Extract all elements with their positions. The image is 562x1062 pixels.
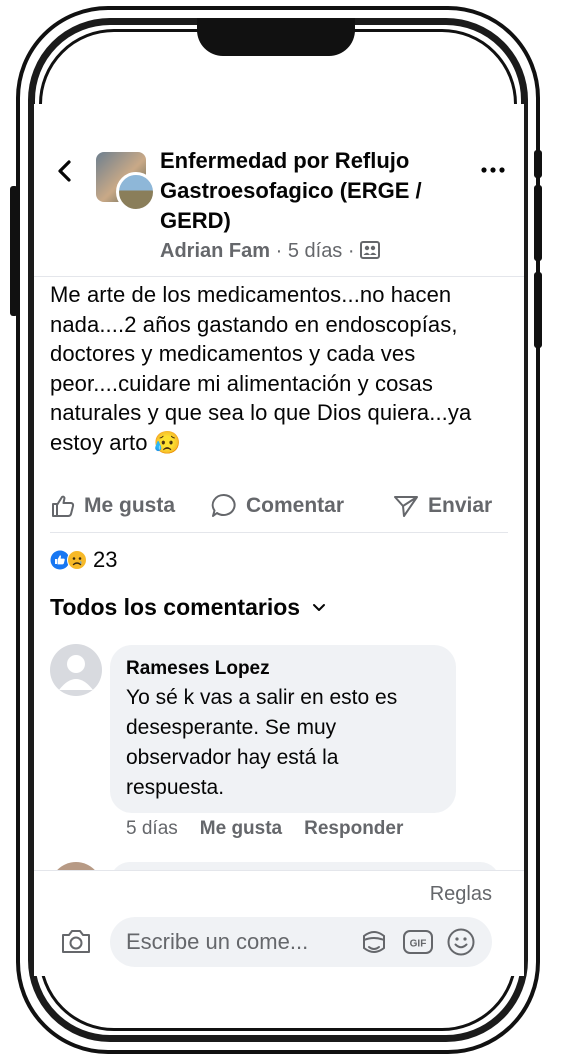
post-meta: Adrian Fam · 5 días · [160, 240, 381, 263]
commenter-avatar[interactable] [50, 644, 102, 696]
phone-side-button-right-3 [534, 272, 542, 348]
phone-side-button-right-1 [534, 150, 542, 178]
default-user-icon [59, 655, 93, 690]
gif-icon[interactable]: GIF [402, 928, 434, 956]
comment-bubble[interactable]: Rameses Lopez Yo sé k vas a salir en est… [110, 645, 456, 813]
reactions-summary[interactable]: 23 [50, 544, 117, 576]
camera-icon[interactable] [60, 927, 92, 955]
comment-bubble-icon [211, 493, 236, 517]
comment-time: 5 días [126, 818, 178, 839]
post-actions: Me gusta Comentar Enviar [34, 484, 524, 534]
comments-filter[interactable]: Todos los comentarios [50, 594, 328, 621]
sad-reaction-icon [67, 550, 87, 570]
actions-divider [50, 532, 508, 533]
reaction-count: 23 [93, 547, 118, 572]
post-text: Me arte de los medicamentos...no hacen n… [50, 282, 472, 455]
comment-input-placeholder: Escribe un come... [126, 929, 309, 954]
app-screen: Enfermedad por Reflujo Gastroesofagico (… [34, 104, 524, 976]
comment-like-button[interactable]: Me gusta [200, 818, 282, 840]
send-button[interactable]: Enviar [392, 484, 492, 528]
send-arrow-icon [394, 496, 418, 517]
like-button[interactable]: Me gusta [50, 484, 175, 528]
comment-button[interactable]: Comentar [210, 484, 344, 528]
avatar-sticker-icon[interactable] [358, 926, 390, 958]
emoji-icon[interactable] [446, 927, 476, 957]
svg-text:GIF: GIF [410, 939, 427, 950]
comment-meta: 5 días Me gusta Responder [126, 818, 403, 840]
commenter-name[interactable]: Rameses Lopez [126, 657, 440, 681]
author-name[interactable]: Adrian Fam [160, 240, 270, 262]
comment-composer: Reglas Escribe un come... GIF [34, 870, 524, 976]
phone-side-button-right-2 [534, 185, 542, 261]
ellipsis-icon[interactable] [478, 158, 508, 182]
author-avatar[interactable] [116, 172, 156, 212]
post-time[interactable]: 5 días [288, 240, 342, 262]
group-audience-icon [360, 241, 381, 259]
comment-reply-button[interactable]: Responder [304, 818, 403, 840]
phone-side-button-left [10, 186, 18, 316]
comment-text: Yo sé k vas a salir en esto es desespera… [126, 686, 398, 799]
rules-link[interactable]: Reglas [430, 883, 492, 906]
phone-notch [197, 18, 355, 56]
chevron-down-icon [313, 603, 326, 611]
group-title[interactable]: Enfermedad por Reflujo Gastroesofagico (… [160, 146, 460, 236]
thumbs-up-icon [52, 495, 75, 517]
post-header: Enfermedad por Reflujo Gastroesofagico (… [34, 104, 524, 277]
comment-input[interactable]: Escribe un come... GIF [110, 917, 492, 967]
chevron-left-icon[interactable] [50, 156, 80, 186]
